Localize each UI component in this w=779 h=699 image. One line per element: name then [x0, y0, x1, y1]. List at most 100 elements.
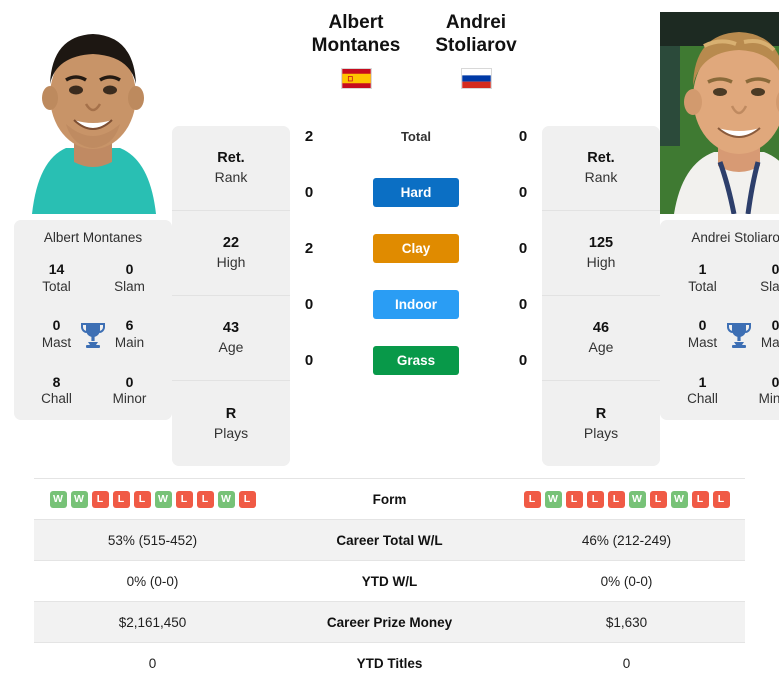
left-plays-value: R — [225, 405, 237, 422]
form-badge: L — [175, 490, 193, 508]
left-ytd-wl: 0% (0-0) — [126, 573, 179, 589]
right-career-prize-money: $1,630 — [605, 614, 648, 630]
right-slam-label: Slam — [760, 278, 779, 294]
left-slam-titles: 0 Slam — [93, 261, 166, 295]
left-main-value: 6 — [125, 317, 134, 334]
left-total-titles: 14 Total — [20, 261, 93, 295]
indoor-right-value: 0 — [518, 295, 528, 313]
right-main-value: 0 — [771, 317, 779, 334]
form-badge: L — [112, 490, 130, 508]
right-rank-column: Ret. Rank 125 High 46 Age R Plays — [542, 126, 660, 466]
left-age-value: 43 — [222, 320, 240, 337]
left-player-column: Albert Montanes 14 Total 0 Slam 0 Mast 6… — [14, 12, 172, 421]
right-rank-label: Rank — [584, 169, 618, 186]
left-rank-value: Ret. — [217, 150, 245, 167]
surface-row-grass: 0 Grass 0 — [296, 332, 536, 388]
right-total-titles: 1 Total — [666, 261, 739, 295]
left-plays-label: Plays — [213, 424, 249, 441]
right-player-card-name: Andrei Stoliarov — [691, 230, 779, 245]
form-badge: W — [544, 490, 562, 508]
form-badge: W — [628, 490, 646, 508]
player-names-row: Albert Montanes Andrei Stoliarov — [296, 12, 536, 108]
table-row-ytd-wl: 0% (0-0) YTD W/L 0% (0-0) — [34, 560, 745, 601]
right-chall-label: Chall — [687, 391, 718, 407]
left-main-titles: 6 Main — [93, 317, 166, 351]
right-mast-value: 0 — [698, 317, 707, 334]
form-badge: L — [565, 490, 583, 508]
right-total-label: Total — [688, 278, 717, 294]
left-career-total-wl: 53% (515-452) — [107, 532, 198, 548]
right-chall-titles: 1 Chall — [666, 374, 739, 408]
total-right-value: 0 — [518, 127, 528, 145]
form-badge: L — [238, 490, 256, 508]
left-total-value: 14 — [48, 261, 65, 277]
left-player-titles-card: Albert Montanes 14 Total 0 Slam 0 Mast 6… — [14, 220, 172, 421]
surface-label-clay[interactable]: Clay — [373, 233, 459, 263]
left-main-label: Main — [114, 334, 145, 350]
form-badge: L — [133, 490, 151, 508]
left-high-cell: 22 High — [172, 211, 290, 296]
surface-label-indoor[interactable]: Indoor — [373, 289, 459, 319]
right-mast-label: Mast — [687, 334, 718, 350]
surface-breakdown: 2 Total 0 0 Hard 0 2 Clay 0 0 Indoor 0 0… — [296, 108, 536, 388]
surface-label-total: Total — [400, 128, 432, 144]
right-age-value: 46 — [592, 320, 610, 337]
form-badge: W — [154, 490, 172, 508]
career-prize-money-label: Career Prize Money — [326, 614, 453, 630]
right-rank-cell: Ret. Rank — [542, 126, 660, 211]
right-minor-value: 0 — [771, 373, 779, 390]
left-player-name-line2: Montanes — [311, 34, 401, 56]
right-total-value: 1 — [698, 261, 707, 277]
right-plays-label: Plays — [583, 424, 619, 441]
ytd-wl-label: YTD W/L — [361, 573, 418, 589]
form-badge: W — [70, 490, 88, 508]
grass-left-value: 0 — [304, 351, 314, 369]
right-chall-value: 1 — [698, 373, 707, 390]
surface-label-grass[interactable]: Grass — [373, 345, 459, 375]
ytd-titles-label: YTD Titles — [356, 655, 423, 671]
form-badge: L — [196, 490, 214, 508]
left-player-photo — [14, 12, 172, 214]
left-player-name-block: Albert Montanes — [296, 12, 416, 89]
form-badge: L — [691, 490, 709, 508]
form-badge: L — [649, 490, 667, 508]
left-minor-label: Minor — [112, 391, 147, 407]
indoor-left-value: 0 — [304, 295, 314, 313]
right-player-name-block: Andrei Stoliarov — [416, 12, 536, 89]
left-ytd-titles: 0 — [148, 655, 157, 671]
right-plays-cell: R Plays — [542, 381, 660, 466]
left-player-card-name: Albert Montanes — [43, 230, 143, 245]
right-player-name-line2: Stoliarov — [435, 34, 517, 56]
left-career-prize-money: $2,161,450 — [118, 614, 187, 630]
left-minor-titles: 0 Minor — [93, 374, 166, 408]
table-row-ytd-titles: 0 YTD Titles 0 — [34, 642, 745, 683]
right-player-name-line1: Andrei — [445, 12, 507, 33]
right-slam-value: 0 — [771, 261, 779, 277]
surface-label-hard[interactable]: Hard — [373, 177, 459, 207]
left-chall-titles: 8 Chall — [20, 374, 93, 408]
right-player-photo — [660, 12, 779, 214]
right-mast-titles: 0 Mast — [666, 317, 739, 351]
left-player-name-line1: Albert — [328, 12, 384, 33]
right-minor-label: Minor — [758, 391, 779, 407]
right-player-column: Andrei Stoliarov 1 Total 0 Slam 0 Mast — [660, 12, 779, 421]
left-total-label: Total — [42, 278, 71, 294]
table-row-career-total-wl: 53% (515-452) Career Total W/L 46% (212-… — [34, 519, 745, 560]
left-high-label: High — [216, 254, 246, 271]
right-high-value: 125 — [588, 235, 614, 252]
stats-table: W W L L L W L L W L Form L W L L L W L W… — [0, 478, 779, 683]
career-total-wl-label: Career Total W/L — [336, 532, 443, 548]
right-form-badges: L W L L L W L W L L — [508, 490, 745, 508]
surface-row-clay: 2 Clay 0 — [296, 220, 536, 276]
left-mast-titles: 0 Mast — [20, 317, 93, 351]
center-column: Albert Montanes Andrei Stoliarov 2 Total… — [290, 12, 542, 388]
left-slam-value: 0 — [125, 261, 134, 277]
surface-row-hard: 0 Hard 0 — [296, 164, 536, 220]
clay-left-value: 2 — [304, 239, 314, 257]
left-form-badges: W W L L L W L L W L — [34, 490, 271, 508]
right-player-titles-card: Andrei Stoliarov 1 Total 0 Slam 0 Mast — [660, 220, 779, 421]
left-high-value: 22 — [222, 235, 240, 252]
surface-row-total: 2 Total 0 — [296, 108, 536, 164]
hard-right-value: 0 — [518, 183, 528, 201]
spain-flag-icon — [340, 67, 372, 89]
